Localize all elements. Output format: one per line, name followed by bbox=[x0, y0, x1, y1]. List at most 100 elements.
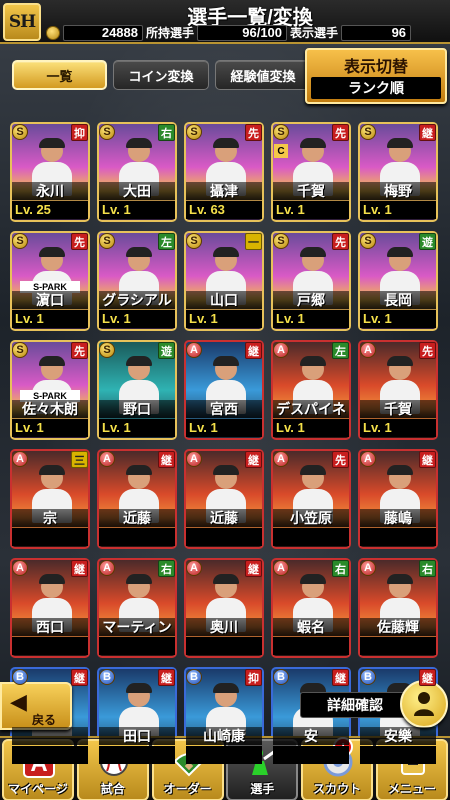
player-card[interactable]: A 継 藤嶋 bbox=[358, 449, 438, 549]
level-label: Lv. bbox=[102, 420, 120, 435]
nav-label: マイページ bbox=[8, 782, 68, 796]
player-card[interactable]: A 継 近藤 bbox=[97, 449, 177, 549]
back-button[interactable]: ◀ 戻る bbox=[0, 682, 72, 730]
player-card[interactable]: S 先 C 千賀 Lv. 1 bbox=[271, 122, 351, 222]
player-level bbox=[12, 746, 88, 764]
level-value: 25 bbox=[36, 202, 51, 217]
player-level: Lv. 25 bbox=[12, 201, 88, 219]
player-card[interactable]: S 先 戸郷 Lv. 1 bbox=[271, 231, 351, 331]
tab-exp-convert[interactable]: 経験値変換 bbox=[215, 60, 311, 90]
player-card[interactable]: B 抑 山崎康 bbox=[184, 667, 264, 767]
rank-badge-icon: A bbox=[99, 451, 115, 467]
player-name: 安樂 bbox=[360, 727, 436, 745]
player-card[interactable]: S 抑 永川 Lv. 25 bbox=[10, 122, 90, 222]
player-card[interactable]: A 三 宗 bbox=[10, 449, 90, 549]
player-level: Lv. 1 bbox=[273, 310, 349, 328]
nav-label: 選手 bbox=[250, 782, 275, 796]
level-label: Lv. bbox=[15, 202, 33, 217]
rank-badge-icon: B bbox=[12, 669, 28, 685]
position-badge: 継 bbox=[158, 451, 175, 468]
status-bar: 24888 所持選手 96/100 表示選手 96 bbox=[46, 24, 448, 41]
nav-label: スカウト bbox=[313, 782, 362, 796]
player-card[interactable]: A 左 デスパイネ Lv. 1 bbox=[271, 340, 351, 440]
position-badge: 先 bbox=[332, 124, 349, 141]
player-card[interactable]: S 一 山口 Lv. 1 bbox=[184, 231, 264, 331]
display-toggle-button[interactable]: 表示切替 ランク順 bbox=[305, 48, 447, 104]
player-card[interactable]: S 継 梅野 Lv. 1 bbox=[358, 122, 438, 222]
team-logo-text: SH bbox=[8, 12, 36, 32]
player-name: 田口 bbox=[99, 727, 175, 745]
player-name bbox=[12, 727, 88, 745]
player-card[interactable]: B 継 田口 bbox=[97, 667, 177, 767]
rank-badge-icon: A bbox=[360, 342, 376, 358]
display-toggle-value: ランク順 bbox=[311, 77, 441, 99]
player-card[interactable]: A 継 西口 bbox=[10, 558, 90, 658]
player-card[interactable]: S 右 大田 Lv. 1 bbox=[97, 122, 177, 222]
player-card[interactable]: A 継 奥川 bbox=[184, 558, 264, 658]
player-name: 近藤 bbox=[99, 509, 175, 527]
position-badge: 先 bbox=[332, 233, 349, 250]
detail-label[interactable]: 詳細確認 bbox=[300, 692, 410, 718]
coin-count: 24888 bbox=[63, 24, 143, 41]
player-card[interactable]: S 遊 野口 Lv. 1 bbox=[97, 340, 177, 440]
rank-badge-icon: A bbox=[186, 560, 202, 576]
position-badge: 遊 bbox=[419, 233, 436, 250]
coin-icon bbox=[46, 25, 60, 40]
player-card[interactable]: S 先 攝津 Lv. 63 bbox=[184, 122, 264, 222]
player-level: Lv. 1 bbox=[360, 419, 436, 437]
player-card[interactable]: A 右 マーティン bbox=[97, 558, 177, 658]
player-level bbox=[12, 637, 88, 655]
player-level: Lv. 1 bbox=[186, 310, 262, 328]
level-value: 1 bbox=[297, 420, 305, 435]
position-badge: 抑 bbox=[71, 124, 88, 141]
player-level: Lv. 1 bbox=[360, 310, 436, 328]
player-card[interactable]: A 右 蝦名 bbox=[271, 558, 351, 658]
rank-badge-icon: B bbox=[99, 669, 115, 685]
rank-badge-icon: A bbox=[360, 451, 376, 467]
position-badge: 先 bbox=[245, 124, 262, 141]
tab-coin-convert[interactable]: コイン変換 bbox=[113, 60, 209, 90]
tab-list[interactable]: 一覧 bbox=[12, 60, 107, 90]
player-level bbox=[273, 528, 349, 546]
player-level: Lv. 1 bbox=[99, 419, 175, 437]
detail-confirm-button[interactable] bbox=[400, 680, 448, 728]
rank-badge-icon: S bbox=[273, 124, 289, 140]
player-name: 山口 bbox=[186, 291, 262, 309]
player-name: 佐藤輝 bbox=[360, 618, 436, 636]
player-card[interactable]: S 先 S-PARK 濵口 Lv. 1 bbox=[10, 231, 90, 331]
team-logo: SH bbox=[3, 3, 41, 41]
detail-confirm[interactable]: 詳細確認 bbox=[300, 680, 448, 728]
position-badge: 継 bbox=[158, 669, 175, 686]
back-arrow-icon: ◀ bbox=[10, 690, 27, 715]
rank-badge-icon: S bbox=[186, 124, 202, 140]
player-name: 安 bbox=[273, 727, 349, 745]
level-label: Lv. bbox=[102, 202, 120, 217]
detail-person-icon bbox=[414, 692, 434, 716]
player-level bbox=[99, 637, 175, 655]
display-label: 表示選手 bbox=[290, 26, 339, 40]
player-card[interactable]: S 先 S-PARK 佐々木朗 Lv. 1 bbox=[10, 340, 90, 440]
back-label: 戻る bbox=[32, 713, 57, 727]
display-toggle-title: 表示切替 bbox=[343, 59, 408, 76]
level-value: 1 bbox=[210, 420, 218, 435]
player-name: 戸郷 bbox=[273, 291, 349, 309]
player-name: 梅野 bbox=[360, 182, 436, 200]
player-name: 小笠原 bbox=[273, 509, 349, 527]
level-label: Lv. bbox=[189, 420, 207, 435]
player-level: Lv. 63 bbox=[186, 201, 262, 219]
position-badge: 左 bbox=[332, 342, 349, 359]
player-card[interactable]: A 継 宮西 Lv. 1 bbox=[184, 340, 264, 440]
player-level bbox=[186, 637, 262, 655]
player-card[interactable]: A 先 千賀 Lv. 1 bbox=[358, 340, 438, 440]
player-name: 大田 bbox=[99, 182, 175, 200]
player-level: Lv. 1 bbox=[273, 201, 349, 219]
player-card[interactable]: A 先 小笠原 bbox=[271, 449, 351, 549]
player-card[interactable]: A 右 佐藤輝 bbox=[358, 558, 438, 658]
player-card[interactable]: A 継 近藤 bbox=[184, 449, 264, 549]
level-value: 1 bbox=[36, 420, 44, 435]
player-card[interactable]: S 左 グラシアル Lv. 1 bbox=[97, 231, 177, 331]
player-card[interactable]: S 遊 長岡 Lv. 1 bbox=[358, 231, 438, 331]
rank-badge-icon: A bbox=[12, 451, 28, 467]
position-badge: 抑 bbox=[245, 669, 262, 686]
position-badge: 継 bbox=[332, 669, 349, 686]
